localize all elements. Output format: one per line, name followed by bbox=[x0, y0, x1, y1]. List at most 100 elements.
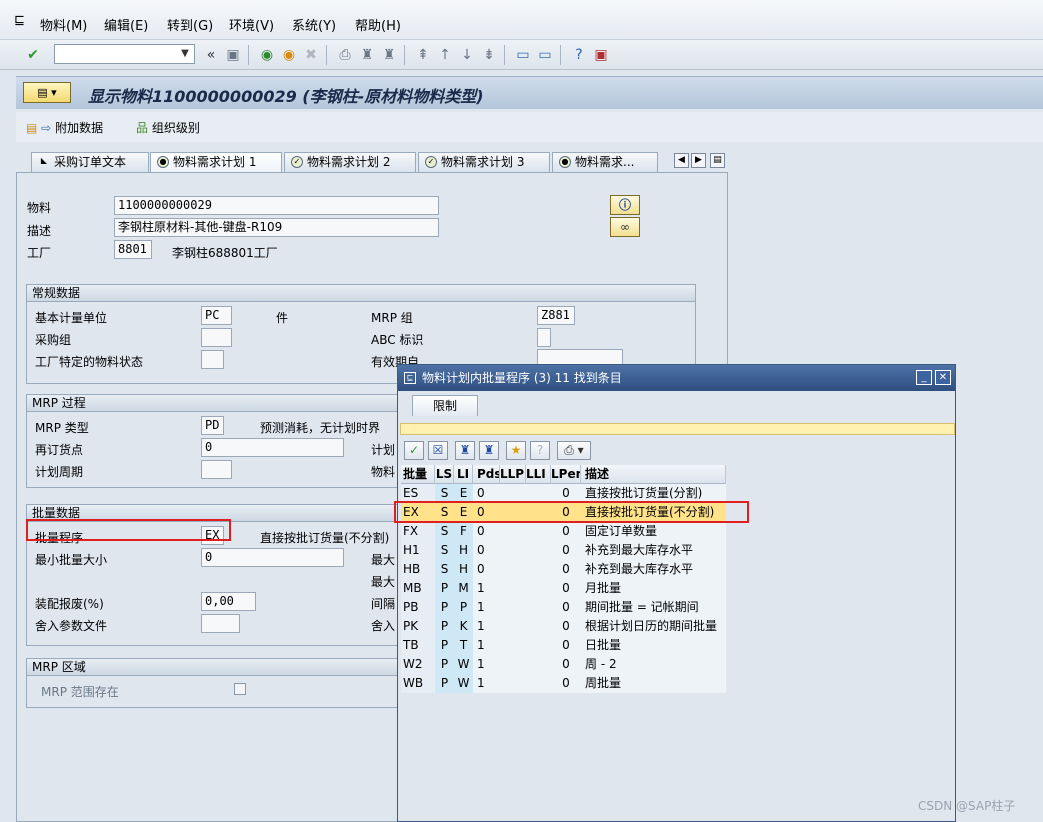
table-row[interactable]: H1 S H 0 0 补充到最大库存水平 bbox=[401, 541, 726, 560]
enter-check-icon[interactable]: ✔ bbox=[24, 46, 42, 64]
tab-scroll-left-icon[interactable]: ◀ bbox=[674, 153, 689, 168]
mrp-type-field[interactable]: PD bbox=[201, 416, 224, 435]
cancel-x-icon[interactable]: ☒ bbox=[428, 441, 448, 460]
back-icon[interactable]: ◉ bbox=[258, 46, 276, 64]
last-page-icon[interactable]: ⇟ bbox=[480, 46, 498, 64]
tab-mrp4[interactable]: ● 物料需求... bbox=[552, 152, 658, 172]
tab-scroll-right-icon[interactable]: ▶ bbox=[691, 153, 706, 168]
table-row[interactable]: W2 P W 1 0 周 - 2 bbox=[401, 655, 726, 674]
menu-help[interactable]: 帮助(H) bbox=[355, 15, 401, 34]
dropdown-arrow-icon[interactable]: ▼ bbox=[178, 46, 192, 62]
table-cell: 周批量 bbox=[585, 676, 622, 690]
standard-toolbar: ✔ ▼ « ▣ ◉ ◉ ✖ ⎙ ♜ ♜ ⇞ ↑ ↓ ⇟ ▭ ▭ ? ▣ bbox=[0, 40, 1043, 70]
find-icon[interactable]: ♜ bbox=[358, 46, 376, 64]
menu-material[interactable]: 物料(M) bbox=[40, 15, 87, 34]
tab-mrp1[interactable]: ● 物料需求计划 1 bbox=[150, 152, 282, 172]
first-page-icon[interactable]: ⇞ bbox=[414, 46, 432, 64]
find-next-binoculars-icon[interactable]: ♜ bbox=[479, 441, 499, 460]
mrp-type-label: MRP 类型 bbox=[35, 421, 89, 435]
planning-cycle-label: 计划周期 bbox=[35, 465, 84, 479]
table-row[interactable]: PB P P 1 0 期间批量 = 记帐期间 bbox=[401, 598, 726, 617]
min-lot-field[interactable]: 0 bbox=[201, 548, 344, 567]
description-label: 描述 bbox=[27, 224, 52, 238]
plant-field[interactable]: 8801 bbox=[114, 240, 152, 259]
menu-goto[interactable]: 转到(G) bbox=[167, 15, 213, 34]
table-row[interactable]: TB P T 1 0 日批量 bbox=[401, 636, 726, 655]
print-menu-icon[interactable]: ⎙ ▾ bbox=[557, 441, 591, 460]
menu-edit[interactable]: 编辑(E) bbox=[104, 15, 148, 34]
material-field[interactable]: 1100000000029 bbox=[114, 196, 439, 215]
title-menu-icon[interactable]: ▤ ▾ bbox=[23, 82, 71, 103]
table-row[interactable]: WB P W 1 0 周批量 bbox=[401, 674, 726, 693]
cancel-icon[interactable]: ✖ bbox=[302, 46, 320, 64]
table-cell: W2 bbox=[401, 655, 435, 674]
exit-icon[interactable]: ◉ bbox=[280, 46, 298, 64]
help-icon[interactable]: ? bbox=[570, 46, 588, 64]
glasses-icon[interactable]: ∞ bbox=[610, 217, 640, 237]
info-icon[interactable]: ⓘ bbox=[610, 195, 640, 215]
menu-environment[interactable]: 环境(V) bbox=[229, 15, 274, 34]
favorites-star-icon[interactable]: ★ bbox=[506, 441, 526, 460]
table-cell bbox=[500, 522, 526, 541]
layout-menu-icon[interactable]: ▣ bbox=[592, 46, 610, 64]
close-icon[interactable]: ✕ bbox=[935, 370, 951, 385]
rounding-profile-field[interactable] bbox=[201, 614, 240, 633]
new-session-icon[interactable]: ▭ bbox=[514, 46, 532, 64]
next-page-icon[interactable]: ↓ bbox=[458, 46, 476, 64]
table-row[interactable]: MB P M 1 0 月批量 bbox=[401, 579, 726, 598]
abc-field[interactable] bbox=[537, 328, 551, 347]
find-binoculars-icon[interactable]: ♜ bbox=[455, 441, 475, 460]
print-icon[interactable]: ⎙ bbox=[336, 46, 354, 64]
table-cell: 0 bbox=[562, 524, 570, 538]
shortcut-icon[interactable]: ▭ bbox=[536, 46, 554, 64]
tab-mrp3[interactable]: ✓ 物料需求计划 3 bbox=[418, 152, 550, 172]
minimize-icon[interactable]: _ bbox=[916, 370, 932, 385]
column-header[interactable]: 描述 bbox=[581, 465, 726, 484]
table-row[interactable]: FX S F 0 0 固定订单数量 bbox=[401, 522, 726, 541]
table-cell: 1 bbox=[477, 619, 485, 633]
confirm-check-icon[interactable]: ✓ bbox=[404, 441, 424, 460]
table-cell: 0 bbox=[477, 562, 485, 576]
tab-restrictions-label: 限制 bbox=[432, 399, 457, 413]
tab-list-icon[interactable]: ▤ bbox=[710, 153, 725, 168]
lot-procedure-text: 直接按批订货量(不分割) bbox=[260, 531, 390, 545]
additional-data-button[interactable]: ▤ ⇨ 附加数据 bbox=[26, 119, 103, 136]
table-cell: 根据计划日历的期间批量 bbox=[585, 619, 718, 633]
column-header[interactable]: LI bbox=[454, 465, 473, 484]
table-cell: W bbox=[454, 674, 473, 693]
base-uom-field[interactable]: PC bbox=[201, 306, 232, 325]
tab-po-text[interactable]: ◣ 采购订单文本 bbox=[31, 152, 149, 172]
plant-status-field[interactable] bbox=[201, 350, 224, 369]
mrp-area-exists-checkbox[interactable] bbox=[234, 683, 246, 695]
planning-cycle-field[interactable] bbox=[201, 460, 232, 479]
dialog-menu-icon[interactable]: ⊑ bbox=[404, 372, 416, 384]
description-field[interactable]: 李钢柱原材料-其他-键盘-R109 bbox=[114, 218, 439, 237]
message-bar bbox=[400, 423, 955, 435]
column-header[interactable]: Pds bbox=[473, 465, 500, 484]
find-next-icon[interactable]: ♜ bbox=[380, 46, 398, 64]
command-field[interactable]: ▼ bbox=[54, 44, 195, 64]
material-label: 物料 bbox=[27, 201, 52, 215]
menu-system[interactable]: 系统(Y) bbox=[292, 15, 336, 34]
reorder-point-field[interactable]: 0 bbox=[201, 438, 344, 457]
tab-restrictions[interactable]: 限制 bbox=[412, 395, 478, 416]
org-levels-button[interactable]: 品 组织级别 bbox=[136, 119, 200, 136]
collapse-icon[interactable]: « bbox=[202, 46, 220, 64]
reorder-point-label: 再订货点 bbox=[35, 443, 84, 457]
column-header[interactable]: LLI bbox=[526, 465, 551, 484]
column-header[interactable]: 批量 bbox=[401, 465, 435, 484]
tab-mrp2[interactable]: ✓ 物料需求计划 2 bbox=[284, 152, 416, 172]
prev-page-icon[interactable]: ↑ bbox=[436, 46, 454, 64]
mrp-group-field[interactable]: Z881 bbox=[537, 306, 575, 325]
table-row[interactable]: PK P K 1 0 根据计划日历的期间批量 bbox=[401, 617, 726, 636]
purch-group-field[interactable] bbox=[201, 328, 232, 347]
separator bbox=[248, 45, 249, 65]
column-header[interactable]: LLP bbox=[500, 465, 526, 484]
help-disabled-icon[interactable]: ? bbox=[530, 441, 550, 460]
save-icon[interactable]: ▣ bbox=[224, 46, 242, 64]
table-row[interactable]: HB S H 0 0 补充到最大库存水平 bbox=[401, 560, 726, 579]
column-header[interactable]: LS bbox=[435, 465, 454, 484]
assembly-scrap-field[interactable]: 0,00 bbox=[201, 592, 256, 611]
column-header[interactable]: LPer bbox=[551, 465, 581, 484]
menu-icon[interactable]: ⊑ bbox=[14, 13, 25, 28]
